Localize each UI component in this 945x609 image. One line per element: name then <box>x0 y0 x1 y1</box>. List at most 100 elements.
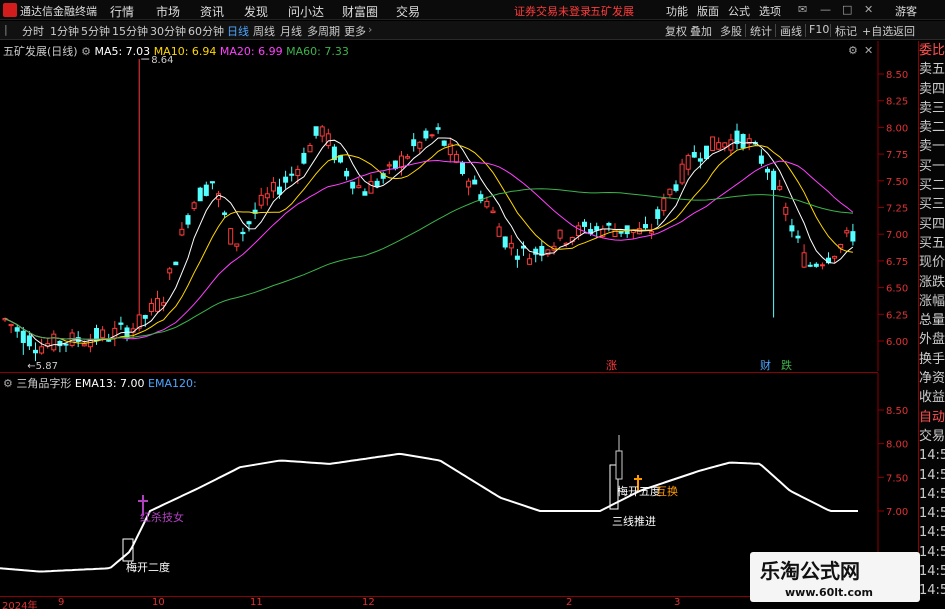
candle-body <box>722 142 728 148</box>
ma-line-20 <box>4 159 854 340</box>
quote-field-label: 卖四 <box>919 81 945 97</box>
period-multi[interactable]: 多周期 <box>307 23 340 39</box>
kline-caption: 五矿发展(日线) ⚙ MA5: 7.03 MA10: 6.94 MA20: 6.… <box>3 43 349 59</box>
ma60-label: MA60: 7.33 <box>286 45 349 58</box>
toolbar-divider <box>830 24 831 37</box>
candle-body <box>167 268 173 274</box>
menu-banmian[interactable]: 版面 <box>697 3 719 19</box>
candle-body <box>197 187 203 202</box>
tool-tongji[interactable]: 统计 <box>750 23 772 39</box>
toolbar-grip-icon: | <box>4 23 8 36</box>
candle-body <box>344 170 350 177</box>
candle-body <box>460 162 465 174</box>
toolbar-divider <box>745 24 746 37</box>
candle-body <box>429 134 435 137</box>
kline-chart[interactable]: 8.50 8.25 8.00 7.75 7.50 7.25 7.00 6.75 6.50 6.25… <box>0 41 918 372</box>
tool-biaoji[interactable]: 标记 <box>835 23 857 39</box>
candle-body <box>368 181 374 194</box>
candle-body <box>661 198 667 212</box>
tool-f10[interactable]: F10 <box>809 23 829 36</box>
email-icon[interactable]: ✉ <box>798 3 807 16</box>
menu-jiaoyi[interactable]: 交易 <box>396 3 420 20</box>
candle-body <box>234 243 240 247</box>
tool-back[interactable]: 返回 <box>893 23 915 39</box>
quote-field-label: 自动 <box>919 409 945 425</box>
quote-field-label: 委比 <box>919 43 945 58</box>
quote-field-label: 14:56 <box>919 486 945 502</box>
tool-diejia[interactable]: 叠加 <box>690 23 712 39</box>
tool-add-watchlist[interactable]: +自选 <box>862 23 893 39</box>
period-60min[interactable]: 60分钟 <box>188 23 224 39</box>
maximize-icon[interactable]: □ <box>842 3 852 16</box>
price-tick-label: 6.75 <box>886 257 908 268</box>
menu-shichang[interactable]: 市场 <box>156 3 180 20</box>
period-30min[interactable]: 30分钟 <box>150 23 186 39</box>
ma-line-60 <box>4 188 853 340</box>
candle-body <box>740 134 746 149</box>
period-daily[interactable]: 日线 <box>227 23 249 39</box>
period-toolbar: | 分时 1分钟 5分钟 15分钟 30分钟 60分钟 日线 周线 月线 多周期… <box>0 21 945 40</box>
period-weekly[interactable]: 周线 <box>253 23 275 39</box>
low-label: ←5.87 <box>27 361 58 371</box>
menu-xuanxiang[interactable]: 选项 <box>759 3 781 19</box>
period-5min[interactable]: 5分钟 <box>81 23 110 39</box>
candle-body <box>246 221 252 225</box>
settings-gear-icon[interactable]: ⚙ <box>81 45 91 58</box>
user-guest[interactable]: 游客 <box>895 3 917 19</box>
candle-body <box>594 226 600 231</box>
candle-body <box>399 155 404 168</box>
menu-wenxiaoda[interactable]: 问小达 <box>288 3 324 20</box>
chart-close-icon[interactable]: ✕ <box>864 44 873 57</box>
chart-settings-icon[interactable]: ⚙ <box>848 44 858 57</box>
candle-body <box>386 164 392 167</box>
menu-caifuquan[interactable]: 财富圈 <box>342 3 378 20</box>
quote-field-label: 买二 <box>919 178 945 194</box>
quote-field-label: 14:56 <box>919 467 945 483</box>
indicator-settings-icon[interactable]: ⚙ <box>3 377 13 390</box>
tool-huaxian[interactable]: 画线 <box>780 23 802 39</box>
candle-body <box>209 181 215 184</box>
close-icon[interactable]: ✕ <box>864 3 873 16</box>
candle-body <box>222 212 228 215</box>
candle-body <box>155 297 160 312</box>
candle-body <box>783 206 789 215</box>
candle-body <box>502 236 508 248</box>
tool-fuquan[interactable]: 复权 <box>665 23 687 39</box>
candle-body <box>33 349 38 354</box>
candle-body <box>508 242 514 249</box>
candle-body <box>527 258 533 265</box>
minimize-icon[interactable]: — <box>820 3 831 16</box>
quote-field-label: 买四 <box>919 216 945 232</box>
candle-body <box>289 173 295 176</box>
ma5-label: MA5: 7.03 <box>94 45 151 58</box>
period-more[interactable]: 更多 <box>344 23 366 39</box>
candle-body <box>606 222 612 226</box>
menu-gongshi[interactable]: 公式 <box>728 3 750 19</box>
period-monthly[interactable]: 月线 <box>280 23 302 39</box>
menu-zixun[interactable]: 资讯 <box>200 3 224 20</box>
candle-body <box>203 184 209 196</box>
menu-hangqing[interactable]: 行情 <box>110 3 134 20</box>
candle-body <box>710 136 716 151</box>
period-1min[interactable]: 1分钟 <box>50 23 79 39</box>
candle-body <box>63 343 69 346</box>
quote-field-label: 买一 <box>919 158 945 174</box>
indicator-panel[interactable]: 8.50 8.00 7.50 7.00 红杀技女 梅开二度 梅开五度 三线推进 互换 ⚙ 三角品… <box>0 372 908 597</box>
menu-gongneng[interactable]: 功能 <box>666 3 688 19</box>
candle-body <box>106 339 112 342</box>
more-chevron-icon[interactable]: › <box>368 23 372 36</box>
menu-faxian[interactable]: 发现 <box>244 3 268 20</box>
candle-body <box>655 209 661 219</box>
candle-body <box>26 335 32 347</box>
quote-field-label: 卖三 <box>919 100 945 116</box>
candle-body <box>258 194 264 206</box>
ema13-line <box>0 452 858 573</box>
time-label: 10 <box>152 597 165 608</box>
period-fenshi[interactable]: 分时 <box>22 23 44 39</box>
indicator-title: 三角品字形 <box>16 377 72 390</box>
tool-duogu[interactable]: 多股 <box>720 23 742 39</box>
period-15min[interactable]: 15分钟 <box>112 23 148 39</box>
trade-login-notice[interactable]: 证券交易未登录 <box>514 3 591 19</box>
kline-chart-panel[interactable]: 8.50 8.25 8.00 7.75 7.50 7.25 7.00 6.75 6.50 6.25… <box>0 41 908 372</box>
watermark-title: 乐淘公式网 <box>760 559 860 583</box>
